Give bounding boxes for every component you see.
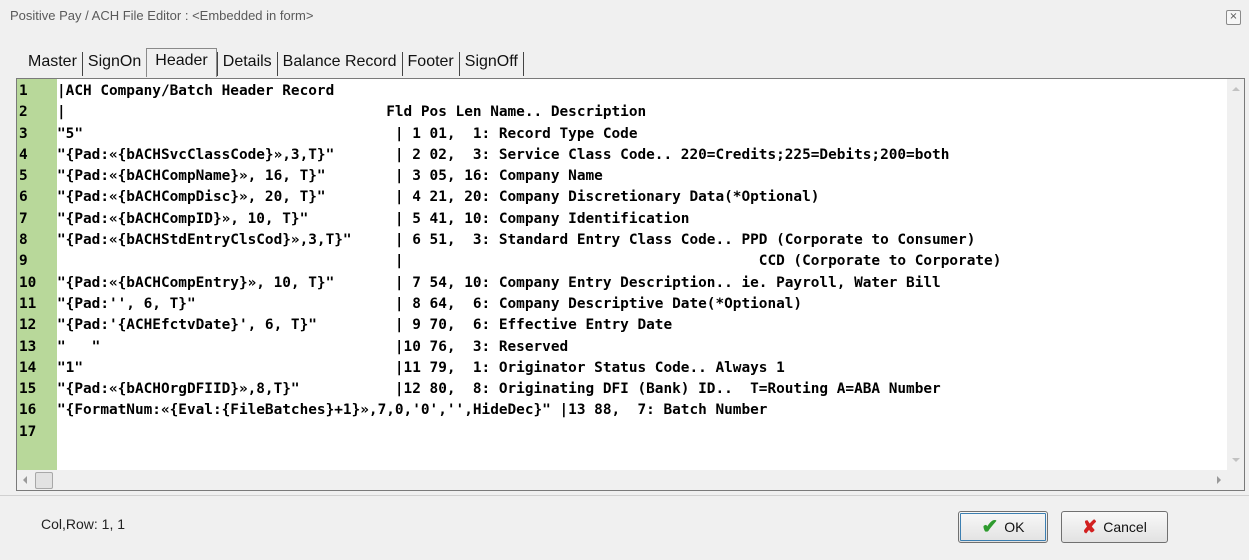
line-text[interactable]: "{Pad:«{bACHCompEntry}», 10, T}" | 7 54,… <box>57 273 1227 294</box>
tab-signoff[interactable]: SignOff <box>460 52 524 76</box>
line-number: 11 <box>19 295 37 312</box>
editor-line[interactable]: 1 |ACH Company/Batch Header Record <box>17 81 1227 102</box>
line-text[interactable]: | Fld Pos Len Name.. Description <box>57 102 1227 123</box>
line-number: 14 <box>19 359 37 376</box>
cursor-position-status: Col,Row: 1, 1 <box>41 516 126 532</box>
scroll-left-icon[interactable] <box>23 476 27 484</box>
editor-line[interactable]: 8 "{Pad:«{bACHStdEntryClsCod}»,3,T}" | 6 … <box>17 230 1227 251</box>
line-number: 10 <box>19 274 37 291</box>
tab-details[interactable]: Details <box>216 52 278 76</box>
tab-header[interactable]: Header <box>146 48 217 77</box>
editor-line[interactable]: 7 "{Pad:«{bACHCompID}», 10, T}" | 5 41, 1… <box>17 209 1227 230</box>
line-text[interactable]: "{Pad:«{bACHCompID}», 10, T}" | 5 41, 10… <box>57 209 1227 230</box>
close-icon[interactable]: × <box>1226 10 1241 25</box>
editor-text[interactable]: 1 |ACH Company/Batch Header Record 2 | Fld … <box>17 81 1227 443</box>
line-number: 4 <box>19 146 28 163</box>
scroll-up-icon[interactable] <box>1232 87 1240 91</box>
editor-line[interactable]: 12 "{Pad:'{ACHEfctvDate}', 6, T}" | 9 70,… <box>17 315 1227 336</box>
editor-line[interactable]: 14 "1" |11 79, 1: Originator Status Code.… <box>17 358 1227 379</box>
horizontal-scrollbar[interactable] <box>17 470 1227 490</box>
line-text[interactable]: "{Pad:«{bACHCompDisc}», 20, T}" | 4 21, … <box>57 187 1227 208</box>
editor-line[interactable]: 6 "{Pad:«{bACHCompDisc}», 20, T}" | 4 21,… <box>17 187 1227 208</box>
scrollbar-corner <box>1227 470 1244 490</box>
cancel-button-label: Cancel <box>1103 519 1147 535</box>
line-number: 13 <box>19 338 37 355</box>
scroll-right-icon[interactable] <box>1217 476 1221 484</box>
tab-footer[interactable]: Footer <box>403 52 460 76</box>
editor-line[interactable]: 3 "5" | 1 01, 1: Record Type Code <box>17 124 1227 145</box>
line-number: 1 <box>19 83 28 99</box>
line-text[interactable]: |ACH Company/Batch Header Record <box>57 81 1227 102</box>
line-text[interactable] <box>57 422 1227 443</box>
window-title: Positive Pay / ACH File Editor : <Embedd… <box>10 8 314 23</box>
line-text[interactable]: "{Pad:«{bACHCompName}», 16, T}" | 3 05, … <box>57 166 1227 187</box>
line-text[interactable]: " " |10 76, 3: Reserved <box>57 337 1227 358</box>
divider <box>0 495 1249 496</box>
cancel-button[interactable]: ✘ Cancel <box>1061 511 1168 543</box>
line-number: 12 <box>19 317 37 334</box>
ok-button-label: OK <box>1004 519 1025 535</box>
checkmark-icon: ✔ <box>981 516 999 538</box>
line-number: 6 <box>19 189 28 206</box>
line-number: 8 <box>19 232 28 249</box>
editor-line[interactable]: 5 "{Pad:«{bACHCompName}», 16, T}" | 3 05,… <box>17 166 1227 187</box>
horizontal-scroll-thumb[interactable] <box>35 472 53 489</box>
code-editor[interactable]: 1 |ACH Company/Batch Header Record 2 | Fld … <box>16 78 1245 491</box>
scroll-down-icon[interactable] <box>1232 458 1240 462</box>
line-text[interactable]: "5" | 1 01, 1: Record Type Code <box>57 124 1227 145</box>
tab-master[interactable]: Master <box>22 52 83 76</box>
editor-line[interactable]: 16 "{FormatNum:«{Eval:{FileBatches}+1}»,7… <box>17 400 1227 421</box>
line-number: 9 <box>19 253 28 270</box>
line-number: 2 <box>19 104 28 121</box>
title-bar: Positive Pay / ACH File Editor : <Embedd… <box>0 0 1249 32</box>
line-text[interactable]: "{Pad:'{ACHEfctvDate}', 6, T}" | 9 70, 6… <box>57 315 1227 336</box>
editor-line[interactable]: 4 "{Pad:«{bACHSvcClassCode}»,3,T}" | 2 02… <box>17 145 1227 166</box>
editor-line[interactable]: 10 "{Pad:«{bACHCompEntry}», 10, T}" | 7 5… <box>17 273 1227 294</box>
editor-line[interactable]: 17 <box>17 422 1227 443</box>
editor-line[interactable]: 2 | Fld Pos Len Name.. Description <box>17 102 1227 123</box>
line-number: 16 <box>19 402 37 419</box>
line-number: 17 <box>19 423 37 440</box>
line-text[interactable]: "{Pad:«{bACHSvcClassCode}»,3,T}" | 2 02,… <box>57 145 1227 166</box>
line-text[interactable]: | CCD (Corporate to Corporate) <box>57 251 1227 272</box>
tab-signon[interactable]: SignOn <box>83 52 146 76</box>
line-text[interactable]: "{Pad:'', 6, T}" | 8 64, 6: Company Desc… <box>57 294 1227 315</box>
line-text[interactable]: "{Pad:«{bACHStdEntryClsCod}»,3,T}" | 6 5… <box>57 230 1227 251</box>
line-number: 15 <box>19 381 37 398</box>
line-number: 7 <box>19 210 28 227</box>
editor-line[interactable]: 11 "{Pad:'', 6, T}" | 8 64, 6: Company De… <box>17 294 1227 315</box>
editor-line[interactable]: 9 | CCD (Corporate to Corporate) <box>17 251 1227 272</box>
line-number: 5 <box>19 168 28 185</box>
editor-line[interactable]: 13 " " |10 76, 3: Reserved <box>17 337 1227 358</box>
editor-line[interactable]: 15 "{Pad:«{bACHOrgDFIID}»,8,T}" |12 80, 8… <box>17 379 1227 400</box>
vertical-scrollbar[interactable] <box>1227 79 1244 470</box>
tab-bar: Master SignOn Header Details Balance Rec… <box>22 46 524 77</box>
line-text[interactable]: "1" |11 79, 1: Originator Status Code.. … <box>57 358 1227 379</box>
tab-balance-record[interactable]: Balance Record <box>278 52 403 76</box>
line-number: 3 <box>19 125 28 142</box>
line-text[interactable]: "{FormatNum:«{Eval:{FileBatches}+1}»,7,0… <box>57 400 1227 421</box>
line-text[interactable]: "{Pad:«{bACHOrgDFIID}»,8,T}" |12 80, 8: … <box>57 379 1227 400</box>
cancel-x-icon: ✘ <box>1082 517 1098 537</box>
ok-button[interactable]: ✔ OK <box>958 511 1048 543</box>
